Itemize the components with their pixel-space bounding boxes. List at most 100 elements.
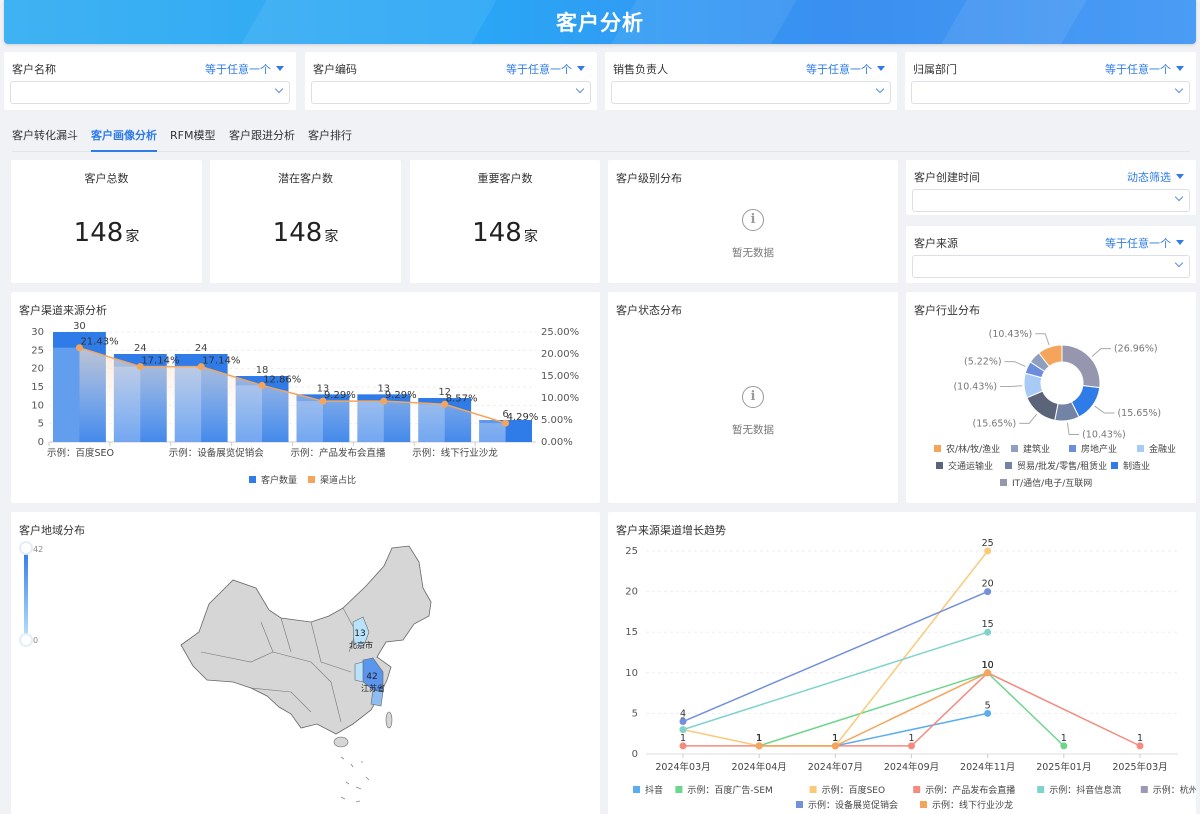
bar-overlay [174,366,202,442]
filter-created-time: 客户创建时间 动态筛选 [906,160,1196,215]
industry-distribution-card: 客户行业分布 (26.96%) (15.65%) (10.43%) (15.65%)(… [906,292,1196,503]
filter-select[interactable] [911,81,1190,104]
data-label: 4 [680,709,686,720]
filter-select[interactable] [611,81,891,104]
info-icon: i [742,386,764,408]
map-region-hainan[interactable] [333,736,349,748]
label-line [1066,422,1080,436]
geo-distribution-card: 客户地域分布 42 0 13 北京市 42 江苏省 [11,512,600,814]
legend-label: 示例：线下行业沙龙 [932,799,1013,811]
legend-label: 制造业 [1123,460,1150,472]
tab-customer-ranking[interactable]: 客户排行 [308,127,352,143]
x-category-label: 2024年07月 [808,761,863,773]
filter-select[interactable] [912,189,1190,212]
label-line [1019,413,1038,424]
visual-map-bar[interactable] [24,550,28,638]
region-value: 13 [354,629,365,639]
map-mainland[interactable] [180,545,432,735]
series-line [682,631,988,731]
empty-text: 暂无数据 [732,424,774,436]
filter-select[interactable] [311,81,591,104]
kpi-value: 148 [73,218,124,248]
slice-label: (26.96%) [1114,344,1158,355]
kpi-unit: 家 [125,229,140,245]
region-name: 北京市 [349,640,373,650]
y-tick: 15 [625,627,638,638]
filter-customer-name: 客户名称 等于任意一个 [4,52,296,110]
legend-swatch [308,476,315,483]
filter-customer-source: 客户来源 等于任意一个 [906,226,1196,283]
filter-operator-dropdown[interactable]: 等于任意一个 [806,61,885,77]
slice-label: (10.43%) [989,329,1033,340]
legend-swatch [1005,462,1012,469]
kpi-title: 潜在客户数 [278,172,333,185]
filter-operator-dropdown[interactable]: 等于任意一个 [205,61,284,77]
filter-select[interactable] [912,255,1190,278]
tab-conversion-funnel[interactable]: 客户转化漏斗 [12,127,78,143]
y-left-tick: 20 [31,364,44,375]
page-header: 客户分析 [4,0,1196,44]
filter-operator-dropdown[interactable]: 等于任意一个 [506,61,585,77]
chevron-down-icon [1174,192,1184,202]
map-region-anhui[interactable] [354,661,364,683]
legend-label: 农/林/牧/渔业 [946,443,1000,455]
slice-label: (5.22%) [964,357,1002,368]
y-left-tick: 0 [38,437,44,448]
visual-map-handle-min[interactable] [19,633,33,647]
legend-label: 金融业 [1149,443,1176,455]
bar-overlay [296,401,323,442]
filter-operator-dropdown[interactable]: 等于任意一个 [1105,61,1184,77]
data-label: 15 [982,619,994,630]
legend-swatch [249,476,256,483]
label-line [1091,348,1111,357]
map-region-taiwan[interactable] [385,711,393,729]
y-tick: 25 [625,546,638,557]
active-tab-indicator [91,150,157,152]
page-title: 客户分析 [556,11,644,35]
filter-label: 客户创建时间 [914,171,980,184]
source-trend-chart-card: 客户来源渠道增长趋势 0 5 10 15 20 25 2024年03月 2024年04月 202… [608,512,1196,814]
legend-label: 贸易/批发/零售/租赁业 [1017,460,1107,472]
filter-label: 客户来源 [914,237,958,250]
legend-label: 客户数量 [261,474,297,486]
kpi-title: 重要客户数 [477,172,533,185]
legend-swatch [934,445,941,452]
visual-map-handle-max[interactable] [19,541,33,555]
y-tick: 10 [625,668,638,679]
legend-label: 示例：百度SEO [822,784,885,796]
legend-swatch [1137,445,1144,452]
share-label: 17.14% [202,356,240,367]
bar-value-label: 24 [195,343,208,354]
filter-operator-dropdown[interactable]: 等于任意一个 [1105,235,1184,251]
legend-swatch [1037,786,1045,793]
card-title: 客户级别分布 [616,172,682,185]
filter-select[interactable] [10,81,290,104]
tab-customer-profile[interactable]: 客户画像分析 [91,127,157,143]
tab-rfm-model[interactable]: RFM模型 [170,127,215,143]
share-label: 4.29% [507,412,539,423]
legend-label: 交通运输业 [948,460,993,472]
visual-map-max-label: 42 [33,545,43,554]
share-label: 9.29% [385,390,417,401]
kpi-potential-customers: 潜在客户数 148 家 [210,160,401,283]
label-line [1004,361,1026,368]
share-label: 21.43% [80,337,118,348]
tab-followup-analysis[interactable]: 客户跟进分析 [229,127,295,143]
legend-label: 示例：产品发布会直播 [925,784,1015,796]
chevron-down-icon [875,84,885,94]
label-line [1094,405,1115,414]
x-category-label: 示例：线下行业沙龙 [412,447,498,459]
chevron-down-icon [575,84,585,94]
series-line [682,590,988,723]
channel-source-chart-card: 客户渠道来源分析 0 5 10 15 20 25 30 0.00% 5.00% 10.00% 15.… [11,292,600,503]
filter-label: 客户编码 [313,63,357,76]
filter-operator-dropdown[interactable]: 动态筛选 [1127,169,1184,185]
card-title: 客户状态分布 [616,304,682,317]
x-category-label: 示例：设备展览促销会 [169,447,265,459]
slice-label: (15.65%) [973,418,1017,429]
x-category-label: 2024年04月 [732,761,787,773]
legend-swatch [1011,445,1018,452]
kpi-unit: 家 [523,229,538,245]
y-tick: 20 [625,587,638,598]
data-label: 5 [985,700,991,711]
